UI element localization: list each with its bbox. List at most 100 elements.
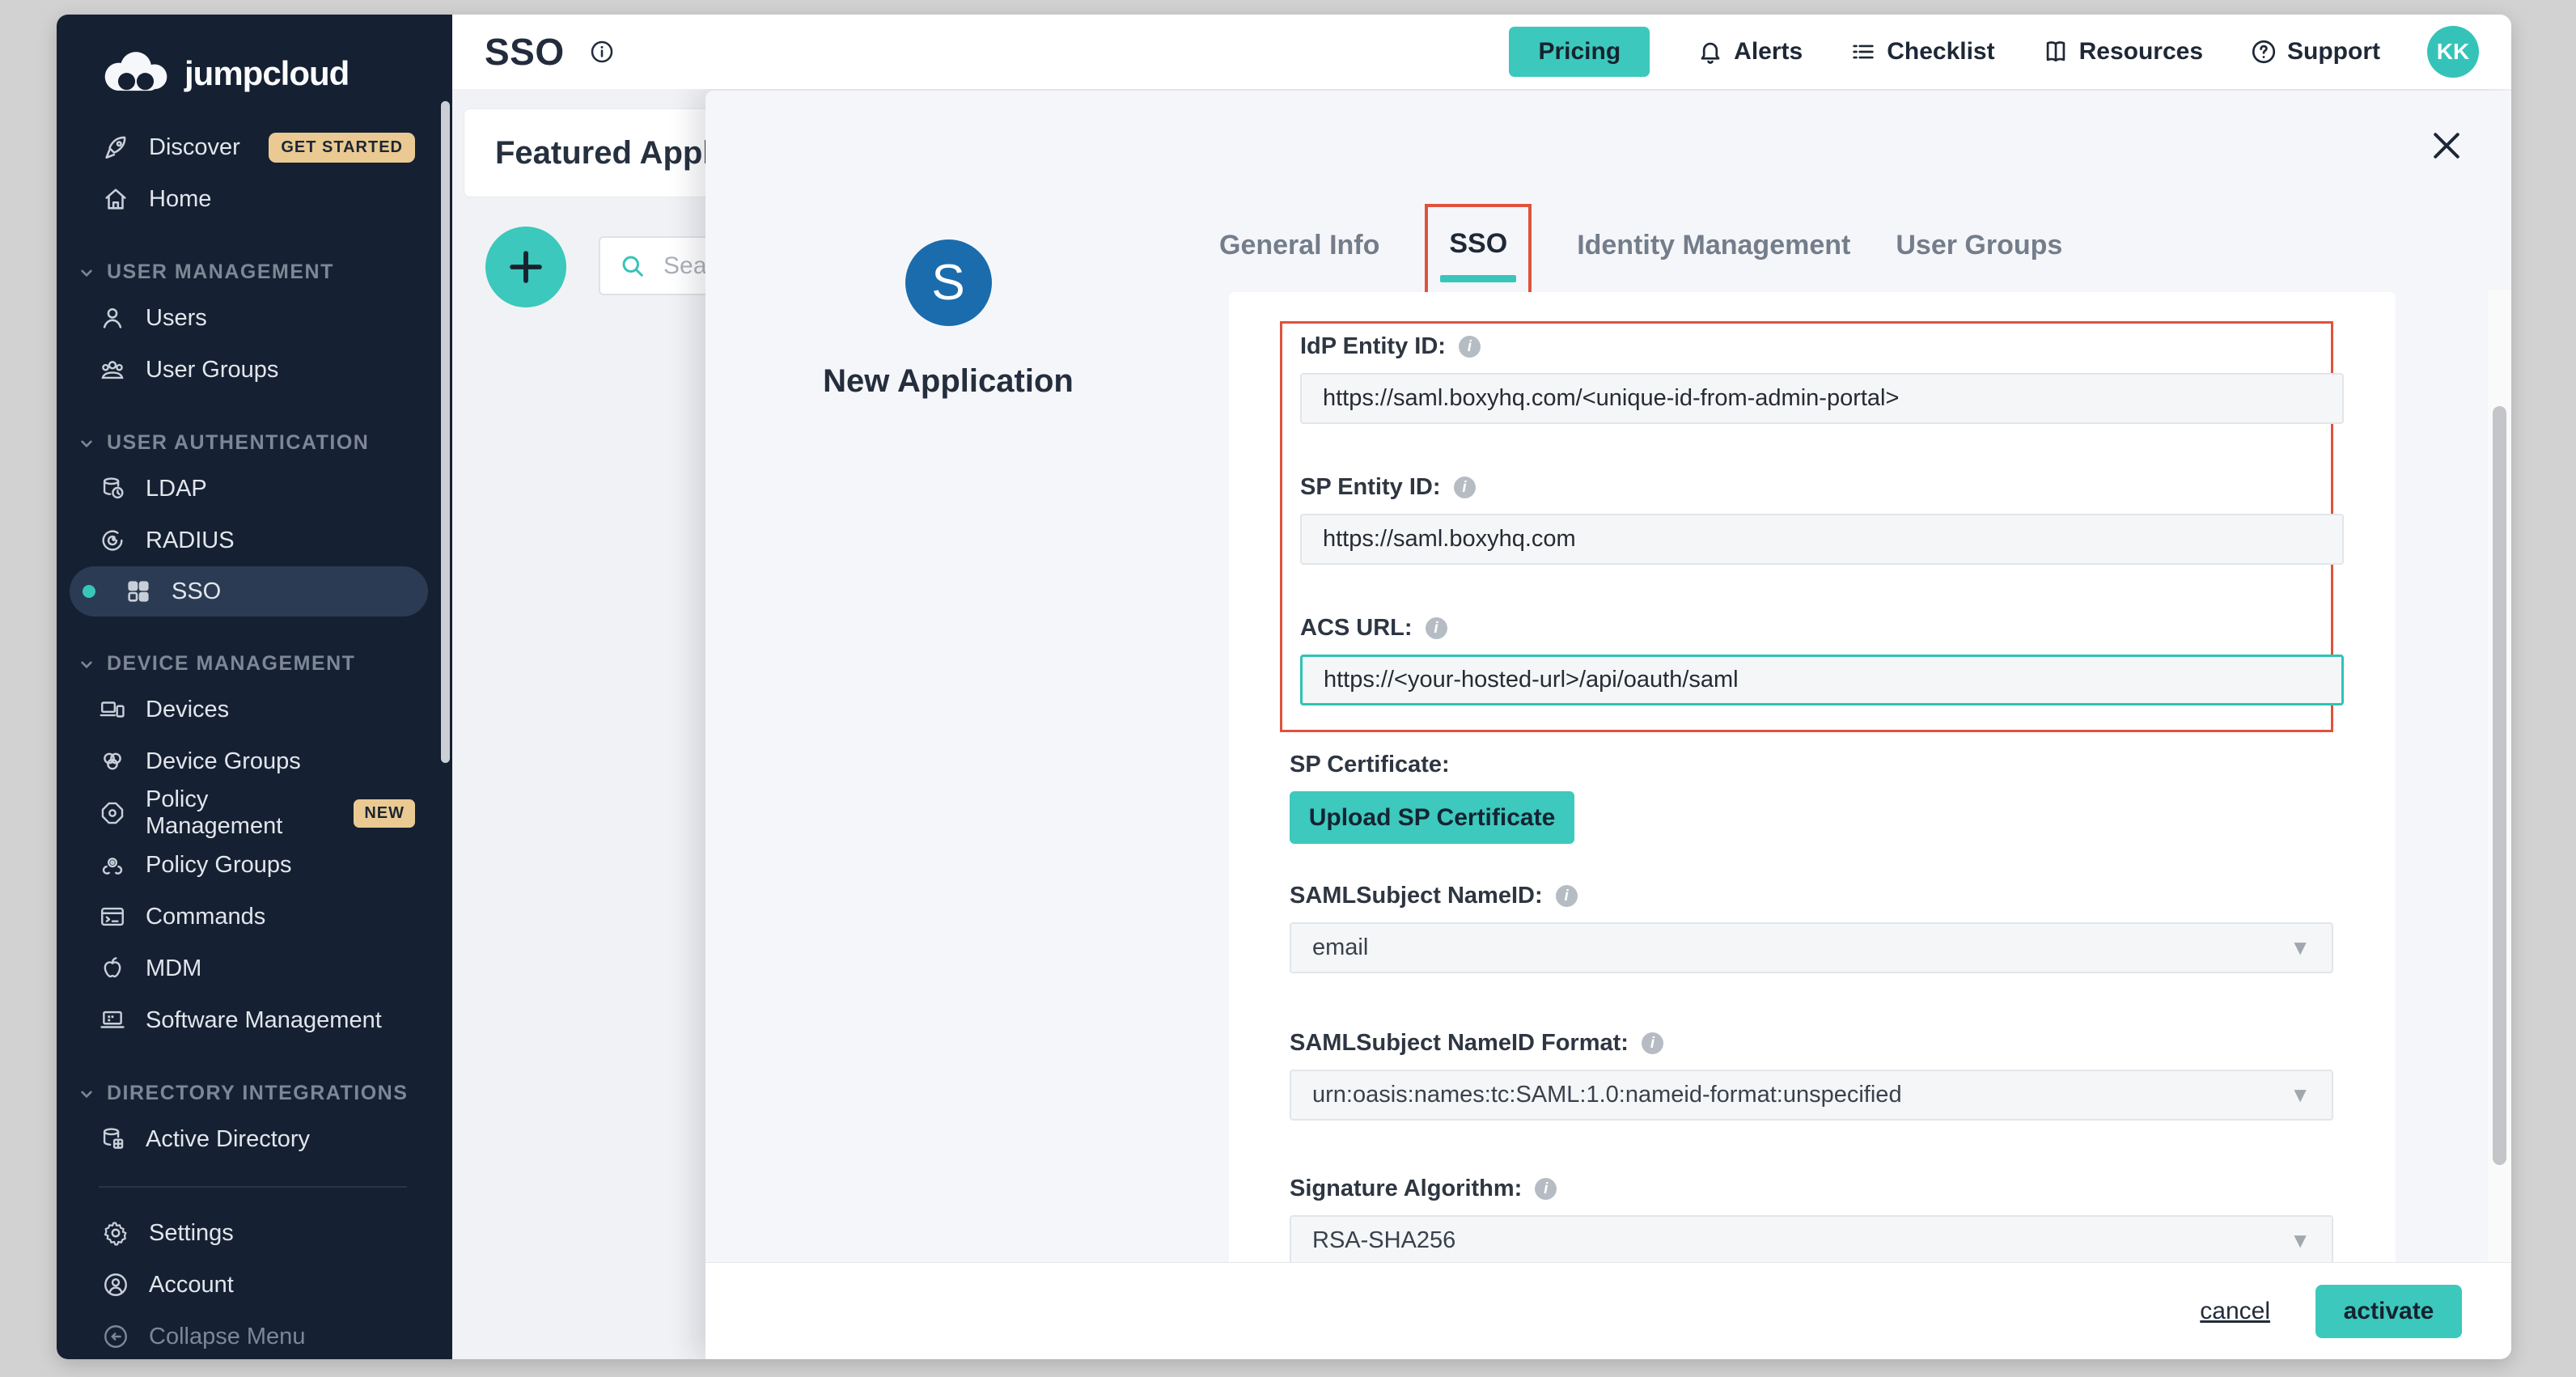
info-icon[interactable]: i: [1556, 885, 1578, 907]
logo-text: jumpcloud: [184, 54, 349, 93]
select-value: RSA-SHA256: [1312, 1227, 1455, 1254]
idp-entity-id-group: IdP Entity ID: i: [1300, 333, 2297, 424]
sidebar-item-label: Home: [149, 186, 211, 213]
sidebar-section-user-management: USER MANAGEMENT Users User Groups: [57, 261, 452, 396]
info-icon[interactable]: i: [1454, 477, 1476, 498]
sidebar-item-device-groups[interactable]: Device Groups: [57, 735, 452, 787]
modal-scrollbar-thumb[interactable]: [2493, 406, 2506, 1165]
support-label: Support: [2287, 38, 2380, 66]
settings-gear-icon: [102, 1219, 129, 1247]
jumpcloud-cloud-icon: [99, 50, 173, 97]
alerts-label: Alerts: [1734, 38, 1803, 66]
main-area: SSO Pricing Alerts Checklist Resources: [452, 15, 2511, 1359]
tab-general-info[interactable]: General Info: [1219, 204, 1379, 261]
sidebar-item-mdm[interactable]: MDM: [57, 943, 452, 994]
sp-certificate-group: SP Certificate: Upload SP Certificate: [1290, 752, 2333, 844]
ldap-database-icon: [99, 475, 126, 502]
sidebar-item-policy-groups[interactable]: Policy Groups: [57, 839, 452, 891]
chevron-down-icon: [76, 654, 97, 675]
sidebar-item-label: Policy Groups: [146, 852, 292, 879]
section-header-directory-integrations[interactable]: DIRECTORY INTEGRATIONS: [57, 1082, 452, 1105]
modal-app-summary: S New Application: [705, 91, 1191, 400]
rocket-icon: [102, 133, 129, 161]
idp-entity-id-input[interactable]: [1300, 373, 2344, 424]
device-groups-icon: [99, 748, 126, 775]
search-icon: [618, 252, 647, 281]
dropdown-arrow-icon: ▼: [2290, 935, 2311, 960]
select-value: email: [1312, 934, 1368, 961]
signature-algorithm-select[interactable]: RSA-SHA256 ▼: [1290, 1215, 2333, 1262]
chevron-down-icon: [76, 1083, 97, 1104]
sidebar-item-users[interactable]: Users: [57, 292, 452, 344]
sidebar-item-collapse-menu[interactable]: Collapse Menu: [57, 1311, 452, 1359]
plus-icon: [504, 245, 548, 289]
section-header-device-management[interactable]: DEVICE MANAGEMENT: [57, 652, 452, 676]
tab-user-groups[interactable]: User Groups: [1896, 204, 2062, 261]
collapse-menu-icon: [102, 1323, 129, 1350]
new-badge: NEW: [354, 799, 415, 828]
close-icon[interactable]: [2429, 128, 2464, 163]
app-name: New Application: [823, 363, 1074, 400]
sidebar-item-devices[interactable]: Devices: [57, 684, 452, 735]
sidebar-item-account[interactable]: Account: [57, 1259, 452, 1311]
account-icon: [102, 1271, 129, 1299]
sidebar-item-label: Collapse Menu: [149, 1324, 305, 1350]
sidebar-item-discover[interactable]: Discover GET STARTED: [57, 121, 452, 173]
sidebar-item-label: User Groups: [146, 357, 278, 383]
sidebar-item-user-groups[interactable]: User Groups: [57, 344, 452, 396]
activate-button[interactable]: activate: [2315, 1285, 2462, 1338]
section-header-user-management[interactable]: USER MANAGEMENT: [57, 261, 452, 284]
section-title: DIRECTORY INTEGRATIONS: [107, 1082, 408, 1105]
sidebar-item-label: Commands: [146, 904, 265, 930]
acs-url-input[interactable]: [1300, 655, 2344, 705]
sidebar-section-user-authentication: USER AUTHENTICATION LDAP RADIUS SSO: [57, 431, 452, 616]
sp-entity-id-group: SP Entity ID: i: [1300, 474, 2297, 565]
user-avatar[interactable]: KK: [2427, 26, 2479, 78]
resources-label: Resources: [2079, 38, 2203, 66]
sidebar-item-ldap[interactable]: LDAP: [57, 463, 452, 515]
section-header-user-authentication[interactable]: USER AUTHENTICATION: [57, 431, 452, 455]
tab-identity-management[interactable]: Identity Management: [1577, 204, 1850, 261]
sidebar-item-settings[interactable]: Settings: [57, 1207, 452, 1259]
support-button[interactable]: Support: [2250, 38, 2380, 66]
sidebar-item-label: MDM: [146, 955, 201, 982]
sidebar-item-active-directory[interactable]: Active Directory: [57, 1113, 452, 1165]
sidebar-item-commands[interactable]: Commands: [57, 891, 452, 943]
sidebar: jumpcloud Discover GET STARTED Home USER…: [57, 15, 452, 1359]
page-title: SSO: [485, 30, 565, 74]
tab-sso[interactable]: SSO: [1425, 204, 1532, 295]
sp-entity-id-input[interactable]: [1300, 514, 2344, 565]
cancel-button[interactable]: cancel: [2200, 1298, 2270, 1325]
sidebar-item-radius[interactable]: RADIUS: [57, 515, 452, 566]
checklist-button[interactable]: Checklist: [1849, 38, 1994, 66]
modal-tabs: General Info SSO Identity Management Use…: [1219, 204, 2062, 295]
saml-subject-nameid-format-select[interactable]: urn:oasis:names:tc:SAML:1.0:nameid-forma…: [1290, 1070, 2333, 1121]
resources-book-icon: [2042, 38, 2070, 66]
upload-sp-certificate-button[interactable]: Upload SP Certificate: [1290, 791, 1574, 844]
pricing-button[interactable]: Pricing: [1509, 27, 1650, 77]
resources-button[interactable]: Resources: [2042, 38, 2203, 66]
sidebar-item-software-management[interactable]: Software Management: [57, 994, 452, 1046]
sidebar-item-label: Users: [146, 305, 207, 332]
sidebar-scrollbar-thumb[interactable]: [441, 101, 450, 763]
info-icon[interactable]: i: [1642, 1032, 1663, 1054]
add-application-button[interactable]: [485, 227, 566, 307]
modal-scrollbar-track[interactable]: [2488, 290, 2511, 1262]
app-window: jumpcloud Discover GET STARTED Home USER…: [57, 15, 2511, 1359]
topbar-right: Pricing Alerts Checklist Resources Suppo…: [1509, 26, 2479, 78]
info-icon[interactable]: [589, 39, 615, 65]
jumpcloud-logo[interactable]: jumpcloud: [57, 15, 452, 121]
sidebar-item-label: SSO: [172, 578, 221, 605]
sidebar-item-policy-management[interactable]: Policy Management NEW: [57, 787, 452, 839]
alerts-button[interactable]: Alerts: [1697, 38, 1803, 66]
saml-subject-nameid-select[interactable]: email ▼: [1290, 922, 2333, 973]
bell-icon: [1697, 38, 1724, 66]
info-icon[interactable]: i: [1535, 1178, 1557, 1200]
info-icon[interactable]: i: [1459, 336, 1481, 358]
sidebar-item-home[interactable]: Home: [57, 173, 452, 225]
devices-icon: [99, 696, 126, 723]
info-icon[interactable]: i: [1426, 617, 1447, 639]
radius-icon: [99, 527, 126, 554]
sidebar-item-sso[interactable]: SSO: [70, 566, 428, 616]
sidebar-item-label: Account: [149, 1272, 234, 1299]
